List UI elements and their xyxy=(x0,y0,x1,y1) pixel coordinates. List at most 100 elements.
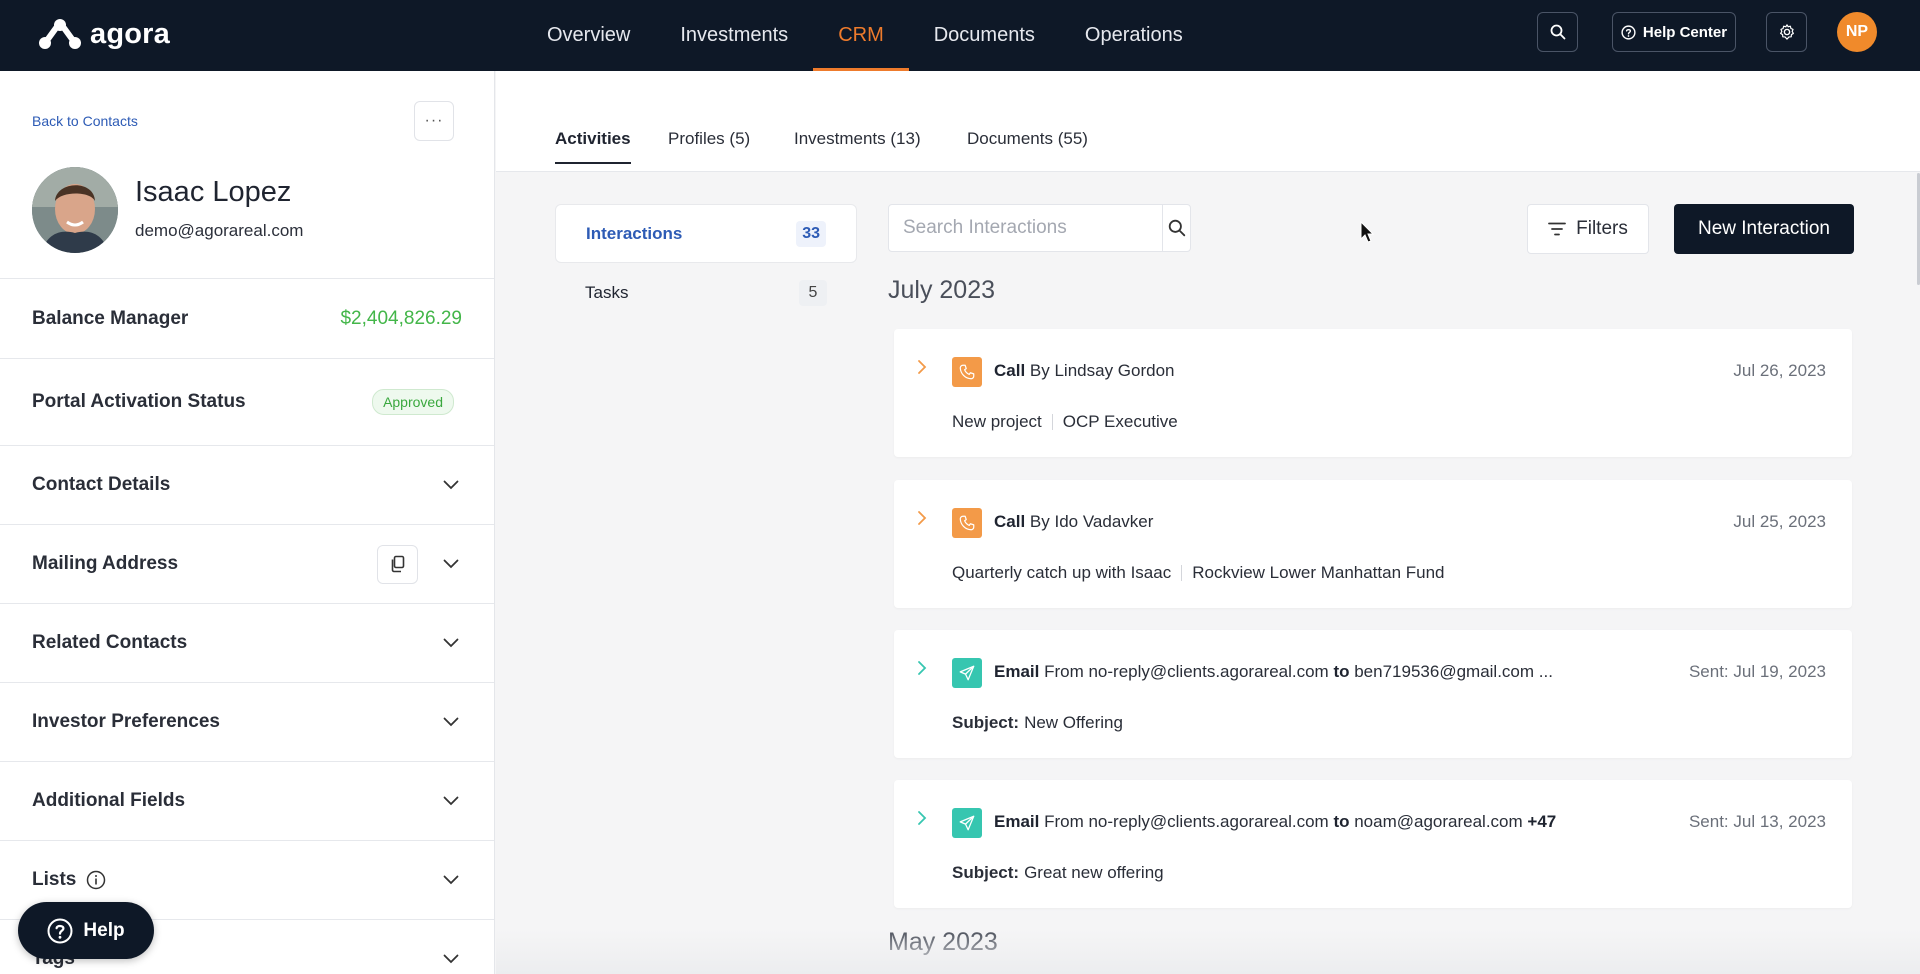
chevron-down-icon[interactable] xyxy=(440,553,462,575)
contact-email: demo@agorareal.com xyxy=(135,221,304,240)
filters-button[interactable]: Filters xyxy=(1527,204,1649,254)
chevron-right-icon[interactable] xyxy=(914,359,930,375)
chevron-down-icon[interactable] xyxy=(440,711,462,733)
email-to-label: to xyxy=(1333,662,1350,681)
user-avatar[interactable]: NP xyxy=(1837,12,1877,52)
send-icon xyxy=(952,658,982,688)
info-icon[interactable] xyxy=(86,870,106,890)
chevron-down-icon[interactable] xyxy=(440,869,462,891)
contact-sidebar: Back to Contacts ··· Isaac Lopez demo@ag… xyxy=(0,71,495,974)
gear-icon xyxy=(1779,24,1794,40)
portal-activation-label: Portal Activation Status xyxy=(32,391,246,412)
tab-profiles[interactable]: Profiles (5) xyxy=(668,129,750,149)
help-widget-button[interactable]: Help xyxy=(18,902,154,959)
activity-tabs: Activities Profiles (5) Investments (13)… xyxy=(496,71,1920,172)
divider xyxy=(1051,414,1053,430)
search-submit-button[interactable] xyxy=(1162,205,1190,251)
section-additional-fields[interactable]: Additional Fields xyxy=(0,761,494,840)
email-to: ben719536@gmail.com ... xyxy=(1349,662,1553,681)
interaction-by: By Lindsay Gordon xyxy=(1025,361,1175,380)
chevron-down-icon[interactable] xyxy=(440,474,462,496)
mouse-cursor-icon xyxy=(1360,220,1376,250)
chevron-right-icon[interactable] xyxy=(914,660,930,676)
portal-activation-row: Portal Activation Status Approved xyxy=(0,358,494,445)
section-related-contacts[interactable]: Related Contacts xyxy=(0,603,494,682)
new-interaction-button[interactable]: New Interaction xyxy=(1674,204,1854,254)
balance-value: $2,404,826.29 xyxy=(340,307,462,329)
interaction-details: New project OCP Executive xyxy=(952,412,1178,432)
help-center-label: Help Center xyxy=(1642,23,1728,41)
section-label: Contact Details xyxy=(32,474,171,495)
interaction-date: Jul 26, 2023 xyxy=(1733,361,1826,380)
main-nav: Overview Investments CRM Documents Opera… xyxy=(522,0,1208,71)
subject-label: Subject: xyxy=(952,863,1020,882)
nav-documents[interactable]: Documents xyxy=(909,0,1060,71)
agora-logo-icon xyxy=(38,18,82,50)
interaction-headline: Email From no-reply@clients.agorareal.co… xyxy=(994,662,1553,682)
chevron-down-icon[interactable] xyxy=(440,790,462,812)
chevron-right-icon[interactable] xyxy=(914,810,930,826)
question-circle-icon xyxy=(1621,24,1636,40)
tasks-count-badge: 5 xyxy=(799,279,827,306)
balance-manager-label: Balance Manager xyxy=(32,307,189,329)
help-widget-label: Help xyxy=(83,919,125,941)
settings-button[interactable] xyxy=(1766,12,1807,52)
interaction-date: Sent: Jul 13, 2023 xyxy=(1688,812,1826,831)
filters-label: Filters xyxy=(1576,218,1628,239)
question-circle-icon xyxy=(47,918,73,943)
help-center-button[interactable]: Help Center xyxy=(1612,12,1736,52)
chevron-down-icon[interactable] xyxy=(440,632,462,654)
search-icon xyxy=(1550,24,1565,40)
balance-manager-row: Balance Manager $2,404,826.29 xyxy=(0,278,494,358)
email-subject: New Offering xyxy=(1024,713,1123,732)
subnav-label: Interactions xyxy=(586,223,683,243)
interaction-card[interactable]: Email From no-reply@clients.agorareal.co… xyxy=(894,780,1852,908)
email-to: noam@agorareal.com xyxy=(1349,812,1528,831)
interaction-details: Subject: Great new offering xyxy=(952,863,1164,883)
section-label: Additional Fields xyxy=(32,790,186,811)
recipients-extra-count: +47 xyxy=(1527,812,1557,831)
tab-documents[interactable]: Documents (55) xyxy=(967,129,1088,149)
nav-operations[interactable]: Operations xyxy=(1060,0,1208,71)
interaction-type: Email xyxy=(994,812,1040,831)
contact-name: Isaac Lopez xyxy=(135,176,292,208)
interaction-details: Quarterly catch up with Isaac Rockview L… xyxy=(952,563,1445,583)
logo-text: agora xyxy=(90,17,170,50)
more-options-button[interactable]: ··· xyxy=(414,101,454,141)
chevron-down-icon[interactable] xyxy=(440,948,462,970)
back-to-contacts-link[interactable]: Back to Contacts xyxy=(32,113,138,129)
section-investor-preferences[interactable]: Investor Preferences xyxy=(0,682,494,761)
section-label: Lists xyxy=(32,869,77,890)
nav-overview[interactable]: Overview xyxy=(522,0,655,71)
section-label: Investor Preferences xyxy=(32,711,220,732)
global-search-button[interactable] xyxy=(1537,12,1578,52)
interaction-by: By Ido Vadavker xyxy=(1025,512,1154,531)
subnav-tasks[interactable]: Tasks 5 xyxy=(555,263,857,322)
search-icon xyxy=(1168,219,1185,237)
email-from: From no-reply@clients.agorareal.com xyxy=(1039,662,1334,681)
chevron-right-icon[interactable] xyxy=(914,510,930,526)
interaction-related: OCP Executive xyxy=(1062,412,1178,431)
section-label: Related Contacts xyxy=(32,632,188,653)
nav-investments[interactable]: Investments xyxy=(655,0,813,71)
subnav-interactions[interactable]: Interactions 33 xyxy=(555,204,857,263)
section-contact-details[interactable]: Contact Details xyxy=(0,445,494,524)
interaction-date: Sent: Jul 19, 2023 xyxy=(1688,662,1826,681)
nav-crm[interactable]: CRM xyxy=(813,0,909,71)
section-mailing-address[interactable]: Mailing Address xyxy=(0,524,494,603)
tab-investments[interactable]: Investments (13) xyxy=(794,129,921,149)
send-icon xyxy=(952,808,982,838)
activity-subnav: Interactions 33 Tasks 5 xyxy=(555,204,857,322)
copy-address-button[interactable] xyxy=(377,544,418,584)
divider xyxy=(1181,565,1183,581)
interaction-card[interactable]: Email From no-reply@clients.agorareal.co… xyxy=(894,630,1852,758)
section-label: Mailing Address xyxy=(32,553,179,574)
interactions-count-badge: 33 xyxy=(796,220,826,247)
tab-activities[interactable]: Activities xyxy=(555,129,631,164)
interaction-card[interactable]: Call By Ido Vadavker Jul 25, 2023 Quarte… xyxy=(894,480,1852,608)
interaction-card[interactable]: Call By Lindsay Gordon Jul 26, 2023 New … xyxy=(894,329,1852,457)
agora-logo[interactable]: agora xyxy=(38,14,170,54)
search-input[interactable] xyxy=(889,205,1162,251)
main-content: Activities Profiles (5) Investments (13)… xyxy=(496,71,1920,974)
phone-icon xyxy=(952,508,982,538)
